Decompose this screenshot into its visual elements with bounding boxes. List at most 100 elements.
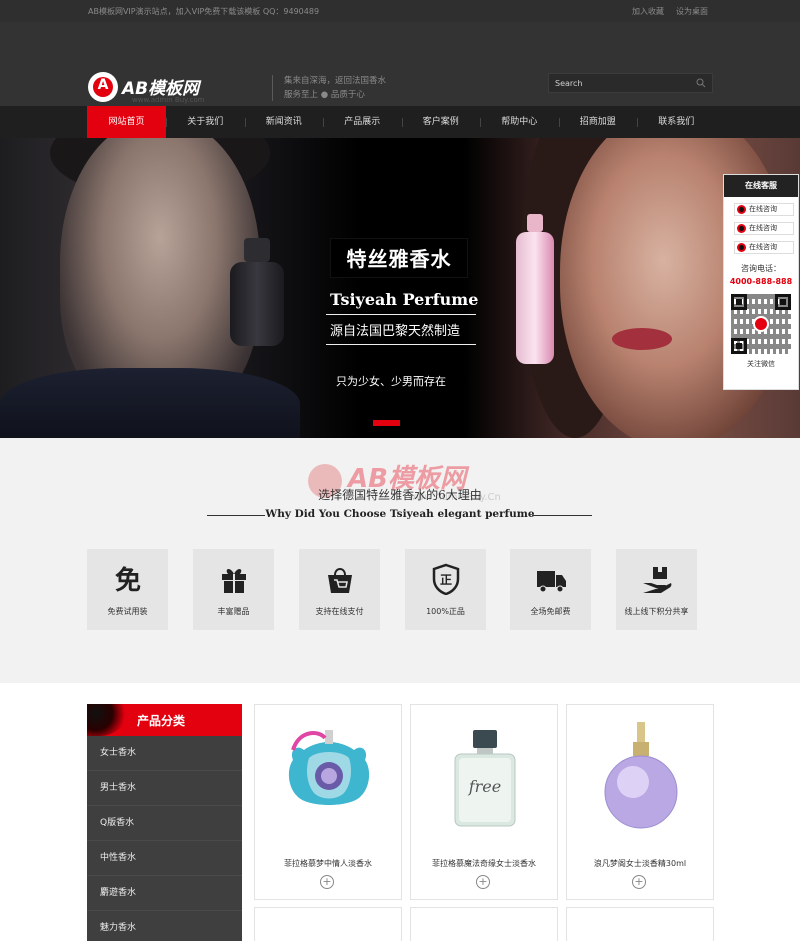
search-box <box>548 73 713 93</box>
reason-label: 免费试用装 <box>107 607 148 616</box>
slogan-line-1: 集来自深海，返回法国香水 <box>284 76 387 86</box>
banner-pink-bottle <box>516 214 554 364</box>
phone-label: 咨询电话： <box>741 264 781 273</box>
set-desktop-link[interactable]: 设为桌面 <box>676 6 708 17</box>
logo-icon: A <box>88 72 118 102</box>
search-icon <box>696 78 706 88</box>
service-panel-title: 在线客服 <box>724 175 798 197</box>
logo[interactable]: A AB模板网 www.admin Buy.com <box>88 52 238 104</box>
nav-item[interactable]: 客户案例 <box>401 106 481 138</box>
reason-label: 线上线下积分共享 <box>624 607 689 616</box>
qq-icon <box>737 224 746 233</box>
main-nav: 网站首页 关于我们 新闻资讯 产品展示 客户案例 帮助中心 招商加盟 联系我们 <box>0 106 800 138</box>
category-title: 产品分类 <box>137 714 186 728</box>
add-favorite-link[interactable]: 加入收藏 <box>632 6 664 17</box>
banner-divider-2 <box>326 344 476 345</box>
category-item[interactable]: 男士香水 <box>87 771 242 806</box>
reason-label: 全场免邮费 <box>530 607 571 616</box>
logo-subtext: www.admin Buy.com <box>132 96 205 104</box>
online-consult-button[interactable]: 在线咨询 <box>734 203 794 216</box>
search-button[interactable] <box>694 76 710 90</box>
category-item[interactable]: 女士香水 <box>87 736 242 771</box>
banner-cn-line: 源自法国巴黎天然制造 <box>330 324 461 339</box>
online-consult-button[interactable]: 在线咨询 <box>734 222 794 235</box>
reason-card-genuine[interactable]: 正 100%正品 <box>405 549 486 630</box>
plus-icon[interactable]: + <box>632 875 646 889</box>
product-image <box>604 722 678 829</box>
banner-slogan: 只为少女、少男而存在 <box>336 375 446 388</box>
reason-card-shipping[interactable]: 全场免邮费 <box>510 549 591 630</box>
truck-icon <box>533 563 569 599</box>
product-card[interactable]: 菲拉格慕梦中情人淡香水 + <box>254 704 402 900</box>
plus-icon[interactable]: + <box>476 875 490 889</box>
consult-label: 在线咨询 <box>749 205 777 213</box>
reason-card-payment[interactable]: 支持在线支付 <box>299 549 380 630</box>
product-image: free <box>454 730 516 827</box>
reasons-subtitle: Why Did You Choose Tsiyeah elegant perfu… <box>265 508 535 520</box>
reason-card-points[interactable]: 线上线下积分共享 <box>616 549 697 630</box>
product-card[interactable] <box>410 907 558 941</box>
product-card[interactable]: 浪凡梦阁女士淡香精30ml + <box>566 704 714 900</box>
banner-man-shirt <box>0 368 300 438</box>
nav-item[interactable]: 网站首页 <box>87 106 166 138</box>
online-consult-button[interactable]: 在线咨询 <box>734 241 794 254</box>
nav-item[interactable]: 产品展示 <box>323 106 402 138</box>
reason-card-gift[interactable]: 丰富赠品 <box>193 549 274 630</box>
gift-icon <box>216 563 252 599</box>
reason-label: 100%正品 <box>426 607 465 616</box>
search-input[interactable] <box>555 77 685 89</box>
banner-title-box: 特丝雅香水 <box>330 238 468 278</box>
qq-icon <box>737 205 746 214</box>
phone-number: 4000-888-888 <box>729 277 793 286</box>
product-name: 菲拉格慕梦中情人淡香水 <box>284 859 372 868</box>
nav-item[interactable]: 关于我们 <box>166 106 245 138</box>
free-icon: 免 <box>114 566 141 596</box>
product-card[interactable] <box>566 907 714 941</box>
plus-icon[interactable]: + <box>320 875 334 889</box>
shopping-bag-icon <box>322 563 358 599</box>
top-notice: AB模板网VIP演示站点，加入VIP免费下载该模板 QQ：9490489 <box>88 7 320 16</box>
category-item[interactable]: 中性香水 <box>87 841 242 876</box>
category-sidebar: 产品分类 女士香水 男士香水 Q版香水 中性香水 麝遊香水 魅力香水 <box>87 704 242 941</box>
product-card[interactable]: free 菲拉格慕魔法奇缘女士淡香水 + <box>410 704 558 900</box>
qr-code-icon <box>731 294 791 354</box>
reason-label: 丰富赠品 <box>217 607 250 616</box>
svg-text:正: 正 <box>440 573 452 587</box>
reason-label: 支持在线支付 <box>315 607 364 616</box>
banner-slide-indicator[interactable] <box>373 420 400 426</box>
product-image <box>288 730 370 805</box>
reason-card-free[interactable]: 免 免费试用装 <box>87 549 168 630</box>
subtitle-line-right <box>532 515 592 516</box>
slogan-line-2: 服务至上 ● 品质于心 <box>284 90 365 100</box>
product-name: 浪凡梦阁女士淡香精30ml <box>593 859 687 868</box>
reasons-section: AB模板网 www.AdminBuy.Cn 选择德国特丝雅香水的6大理由 Why… <box>0 438 800 683</box>
header-slogan: 集来自深海，返回法国香水 服务至上 ● 品质于心 <box>284 74 386 102</box>
category-header-decoration <box>87 704 131 736</box>
banner-dark-bottle <box>230 238 284 346</box>
product-name: 菲拉格慕魔法奇缘女士淡香水 <box>432 859 536 868</box>
header: A AB模板网 www.admin Buy.com 集来自深海，返回法国香水 服… <box>0 22 800 106</box>
qq-icon <box>737 243 746 252</box>
shield-icon: 正 <box>428 563 464 599</box>
banner-divider-1 <box>326 314 476 315</box>
hero-banner[interactable] <box>0 138 800 438</box>
category-item[interactable]: 魅力香水 <box>87 911 242 941</box>
category-item[interactable]: 麝遊香水 <box>87 876 242 911</box>
svg-text:free: free <box>468 777 502 796</box>
product-card[interactable] <box>254 907 402 941</box>
hand-box-icon <box>639 563 675 599</box>
banner-title: 特丝雅香水 <box>346 247 452 271</box>
banner-woman-lips <box>612 328 672 350</box>
nav-item[interactable]: 联系我们 <box>637 106 716 138</box>
category-item[interactable]: Q版香水 <box>87 806 242 841</box>
nav-item[interactable]: 帮助中心 <box>480 106 559 138</box>
consult-label: 在线咨询 <box>749 224 777 232</box>
online-service-panel: 在线客服 在线咨询 在线咨询 在线咨询 咨询电话： 4000-888-888 关… <box>723 174 799 390</box>
nav-item[interactable]: 招商加盟 <box>558 106 638 138</box>
wechat-label: 关注微信 <box>747 360 775 368</box>
category-header: 产品分类 <box>87 704 242 736</box>
nav-item[interactable]: 新闻资讯 <box>244 106 324 138</box>
banner-en-title: Tsiyeah Perfume <box>330 290 479 309</box>
consult-label: 在线咨询 <box>749 243 777 251</box>
top-bar: AB模板网VIP演示站点，加入VIP免费下载该模板 QQ：9490489 加入收… <box>0 0 800 22</box>
